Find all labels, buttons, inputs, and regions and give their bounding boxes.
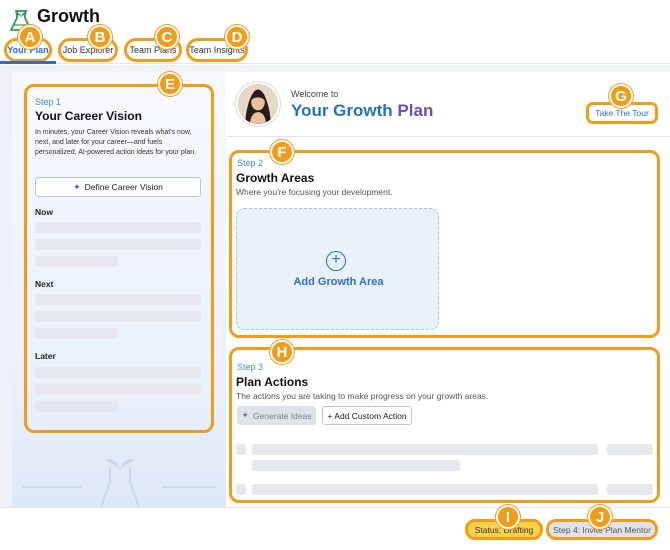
career-vision-description: In minutes, your Career Vision reveals w… xyxy=(35,129,197,156)
now-placeholder-line xyxy=(35,222,201,233)
growth-areas-subtitle: Where you're focusing your development. xyxy=(236,187,393,197)
annotation-badge-f: F xyxy=(270,140,294,164)
annotation-badge-d: D xyxy=(225,25,249,49)
annotation-badge-g: G xyxy=(609,84,633,108)
action-placeholder-line xyxy=(252,460,460,471)
action-placeholder-line xyxy=(236,484,246,495)
generate-ideas-button[interactable]: ✦ Generate Ideas xyxy=(237,406,316,425)
next-placeholder-line xyxy=(35,311,201,322)
step-1-label: Step 1 xyxy=(35,97,62,107)
step-3-label: Step 3 xyxy=(237,362,264,372)
header-divider xyxy=(226,136,670,137)
now-placeholder-line xyxy=(35,239,201,250)
now-placeholder-line xyxy=(35,256,118,267)
annotation-badge-a: A xyxy=(18,25,42,49)
define-career-vision-button[interactable]: ✦ Define Career Vision xyxy=(35,177,201,197)
next-heading: Next xyxy=(35,279,54,289)
next-placeholder-line xyxy=(35,294,201,305)
action-placeholder-line xyxy=(607,484,653,495)
generate-ideas-label: Generate Ideas xyxy=(252,410,312,421)
define-career-vision-label: Define Career Vision xyxy=(84,182,163,192)
user-avatar xyxy=(236,82,280,126)
title-part-1: Your Growth xyxy=(291,101,393,120)
title-part-2: Plan xyxy=(397,101,434,120)
plan-actions-card xyxy=(229,347,660,503)
growth-plan-title: Your Growth Plan xyxy=(291,101,433,121)
action-placeholder-line xyxy=(607,444,653,455)
app-title: Growth xyxy=(37,6,100,26)
sparkle-icon: ✦ xyxy=(73,181,81,192)
annotation-badge-b: B xyxy=(88,25,112,49)
action-placeholder-line xyxy=(236,444,246,455)
next-placeholder-line xyxy=(35,328,118,339)
annotation-badge-c: C xyxy=(155,25,179,49)
later-placeholder-line xyxy=(35,401,118,412)
annotation-badge-e: E xyxy=(158,72,182,96)
active-tab-indicator xyxy=(0,61,56,64)
avatar-portrait-icon xyxy=(238,84,278,124)
growth-areas-title: Growth Areas xyxy=(236,171,315,185)
step-2-label: Step 2 xyxy=(237,158,264,168)
action-placeholder-line xyxy=(252,444,598,455)
add-custom-action-button[interactable]: + Add Custom Action xyxy=(322,406,412,425)
later-placeholder-line xyxy=(35,367,201,378)
sparkle-icon: ✦ xyxy=(241,410,249,420)
welcome-greeting: Welcome to xyxy=(291,89,339,99)
now-heading: Now xyxy=(35,207,53,217)
plan-actions-subtitle: The actions you are taking to make progr… xyxy=(236,391,489,401)
annotation-badge-i: I xyxy=(496,505,520,529)
plan-actions-title: Plan Actions xyxy=(236,375,309,389)
later-placeholder-line xyxy=(35,384,201,395)
later-heading: Later xyxy=(35,351,56,361)
plant-illustration-icon xyxy=(22,458,217,511)
annotation-badge-h: H xyxy=(270,340,294,364)
add-growth-area-label: Add Growth Area xyxy=(293,276,384,288)
plus-circle-icon: + xyxy=(326,251,346,271)
career-vision-title: Your Career Vision xyxy=(35,109,142,123)
action-placeholder-line xyxy=(252,484,598,495)
annotation-badge-j: J xyxy=(588,505,612,529)
add-growth-area-button[interactable]: + Add Growth Area xyxy=(236,208,439,330)
